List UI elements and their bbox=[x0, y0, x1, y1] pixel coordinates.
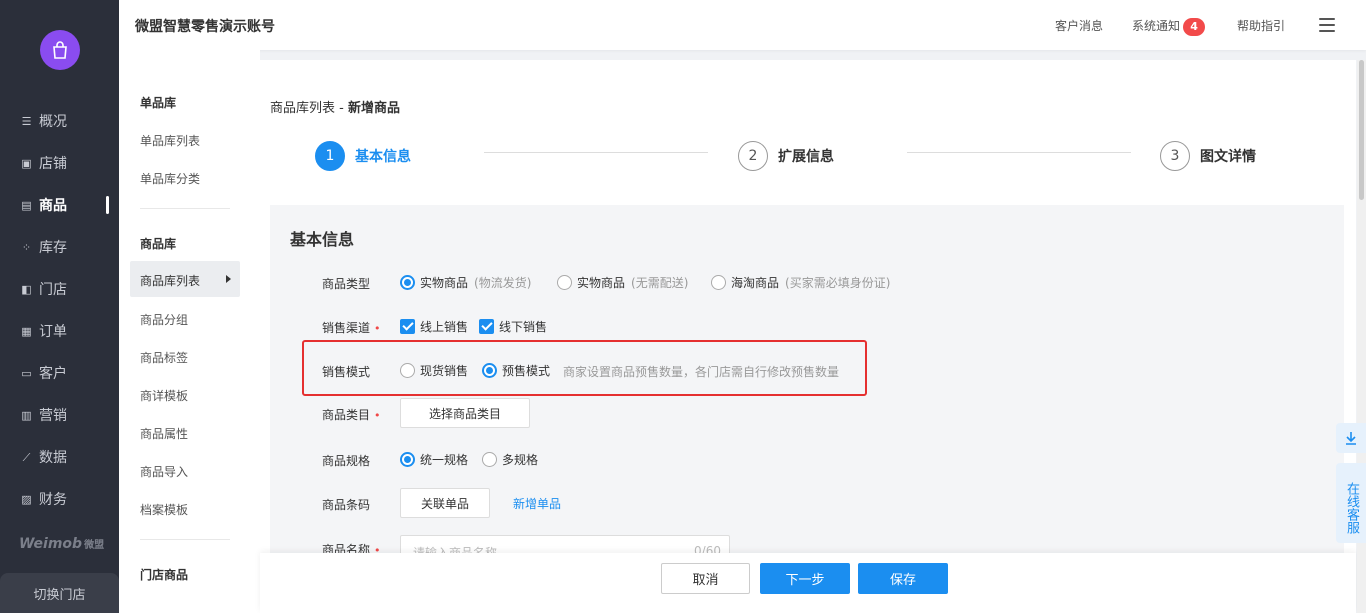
sub-navigation: 单品库 单品库列表 单品库分类 商品库 商品库列表 商品分组 商品标签 商详模板… bbox=[119, 50, 260, 613]
switch-store-button[interactable]: 切换门店 bbox=[0, 573, 119, 613]
radio-cross-border[interactable]: 海淘商品 (买家需必填身份证) bbox=[711, 274, 890, 291]
basic-info-form: 基本信息 商品类型 实物商品 (物流发货) 实物商品 (无需配送) 海淘商品 (买家需… bbox=[270, 205, 1344, 613]
breadcrumb-current: 新增商品 bbox=[348, 101, 401, 116]
subnav-item[interactable]: 商品导入 bbox=[140, 463, 188, 480]
nav-goods[interactable]: ▤ 商品 bbox=[0, 184, 119, 226]
subnav-group-title: 商品库 bbox=[140, 237, 177, 251]
nav-marketing[interactable]: ▥ 营销 bbox=[0, 394, 119, 436]
radio-selected-icon bbox=[400, 275, 415, 290]
breadcrumb-parent[interactable]: 商品库列表 bbox=[270, 101, 335, 116]
subnav-group-title: 单品库 bbox=[140, 96, 177, 110]
marketing-icon: ▥ bbox=[21, 408, 32, 422]
step-extended-info[interactable]: 2 扩展信息 bbox=[738, 141, 834, 171]
radio-icon bbox=[557, 275, 572, 290]
save-button[interactable]: 保存 bbox=[858, 563, 948, 594]
notice-count-badge: 4 bbox=[1183, 17, 1206, 36]
nav-order[interactable]: ▦ 订单 bbox=[0, 310, 119, 352]
nav-shop[interactable]: ◧ 门店 bbox=[0, 268, 119, 310]
order-icon: ▦ bbox=[21, 324, 32, 338]
radio-physical-no-delivery[interactable]: 实物商品 (无需配送) bbox=[557, 274, 688, 291]
account-name: 微盟智慧零售演示账号 bbox=[135, 19, 275, 35]
online-customer-service-button[interactable]: 在线客服 bbox=[1336, 463, 1366, 543]
checkbox-checked-icon bbox=[400, 319, 415, 334]
system-notice-link[interactable]: 系统通知 4 bbox=[1132, 17, 1206, 36]
goods-icon: ▤ bbox=[21, 198, 32, 212]
nav-data[interactable]: ⟋ 数据 bbox=[0, 436, 119, 478]
radio-physical-logistics[interactable]: 实物商品 (物流发货) bbox=[400, 274, 531, 291]
barcode-label: 商品条码 bbox=[322, 498, 371, 512]
nav-customer[interactable]: ▭ 客户 bbox=[0, 352, 119, 394]
customer-icon: ▭ bbox=[21, 366, 32, 380]
footer-action-bar: 取消 下一步 保存 bbox=[260, 553, 1356, 613]
data-icon: ⟋ bbox=[22, 450, 31, 464]
annotation-highlight-box bbox=[302, 340, 867, 396]
shop-icon: ◧ bbox=[21, 282, 32, 296]
inventory-icon: ⁘ bbox=[21, 240, 32, 254]
radio-single-spec[interactable]: 统一规格 bbox=[400, 451, 468, 468]
subnav-item[interactable]: 商品分组 bbox=[140, 311, 188, 328]
channel-label: 销售渠道 • bbox=[322, 321, 381, 335]
radio-icon bbox=[711, 275, 726, 290]
next-step-button[interactable]: 下一步 bbox=[760, 563, 850, 594]
subnav-group-title[interactable]: 门店商品 bbox=[140, 566, 188, 583]
step-connector bbox=[484, 152, 708, 153]
divider bbox=[140, 539, 230, 540]
step-image-details[interactable]: 3 图文详情 bbox=[1160, 141, 1256, 171]
help-link[interactable]: 帮助指引 bbox=[1237, 17, 1285, 34]
radio-multi-spec[interactable]: 多规格 bbox=[482, 451, 538, 468]
nav-store[interactable]: ▣ 店铺 bbox=[0, 142, 119, 184]
subnav-item-active[interactable]: 商品库列表 bbox=[130, 261, 240, 297]
store-icon: ▣ bbox=[21, 156, 32, 170]
product-type-label: 商品类型 bbox=[322, 277, 371, 291]
divider bbox=[140, 208, 230, 209]
download-icon bbox=[1346, 432, 1356, 445]
radio-icon bbox=[482, 452, 497, 467]
top-bar: 微盟智慧零售演示账号 客户消息 系统通知 4 帮助指引 bbox=[119, 0, 1366, 50]
nav-overview[interactable]: ☰ 概况 bbox=[0, 100, 119, 142]
caret-right-icon bbox=[226, 275, 231, 283]
step-basic-info[interactable]: 1 基本信息 bbox=[315, 141, 411, 171]
subnav-item[interactable]: 商详模板 bbox=[140, 387, 188, 404]
form-title: 基本信息 bbox=[290, 230, 355, 249]
nav-inventory[interactable]: ⁘ 库存 bbox=[0, 226, 119, 268]
add-sku-link[interactable]: 新增单品 bbox=[513, 495, 561, 512]
checkbox-offline[interactable]: 线下销售 bbox=[479, 318, 547, 335]
brand-logo: Weimob 微盟 bbox=[19, 536, 105, 552]
step-connector bbox=[907, 152, 1131, 153]
subnav-item[interactable]: 档案模板 bbox=[140, 501, 188, 518]
select-category-button[interactable]: 选择商品类目 bbox=[400, 398, 530, 428]
link-sku-button[interactable]: 关联单品 bbox=[400, 488, 490, 518]
radio-selected-icon bbox=[400, 452, 415, 467]
finance-icon: ▨ bbox=[21, 492, 32, 506]
subnav-item[interactable]: 商品属性 bbox=[140, 425, 188, 442]
list-icon: ☰ bbox=[21, 114, 32, 128]
customer-message-link[interactable]: 客户消息 bbox=[1055, 17, 1103, 34]
cancel-button[interactable]: 取消 bbox=[661, 563, 750, 594]
download-button[interactable] bbox=[1336, 423, 1366, 453]
breadcrumb: 商品库列表 - 新增商品 bbox=[270, 101, 401, 116]
main-content: 商品库列表 - 新增商品 1 基本信息 2 扩展信息 3 图文详情 基本信息 商品类型… bbox=[260, 60, 1356, 613]
scrollbar-thumb[interactable] bbox=[1359, 60, 1364, 200]
subnav-item[interactable]: 单品库分类 bbox=[140, 170, 200, 187]
subnav-item[interactable]: 商品标签 bbox=[140, 349, 188, 366]
nav-finance[interactable]: ▨ 财务 bbox=[0, 478, 119, 520]
checkbox-online[interactable]: 线上销售 bbox=[400, 318, 468, 335]
category-label: 商品类目 • bbox=[322, 408, 381, 422]
hamburger-menu-icon[interactable] bbox=[1319, 18, 1335, 32]
store-logo[interactable] bbox=[40, 30, 80, 70]
shopping-bag-icon bbox=[53, 41, 67, 59]
main-sidebar: ☰ 概况 ▣ 店铺 ▤ 商品 ⁘ 库存 ◧ 门店 ▦ 订单 ▭ 客户 ▥ 营销 ⟋ 数据 ▨ 财务 … bbox=[0, 0, 119, 613]
subnav-item[interactable]: 单品库列表 bbox=[140, 132, 200, 149]
checkbox-checked-icon bbox=[479, 319, 494, 334]
spec-label: 商品规格 bbox=[322, 454, 371, 468]
